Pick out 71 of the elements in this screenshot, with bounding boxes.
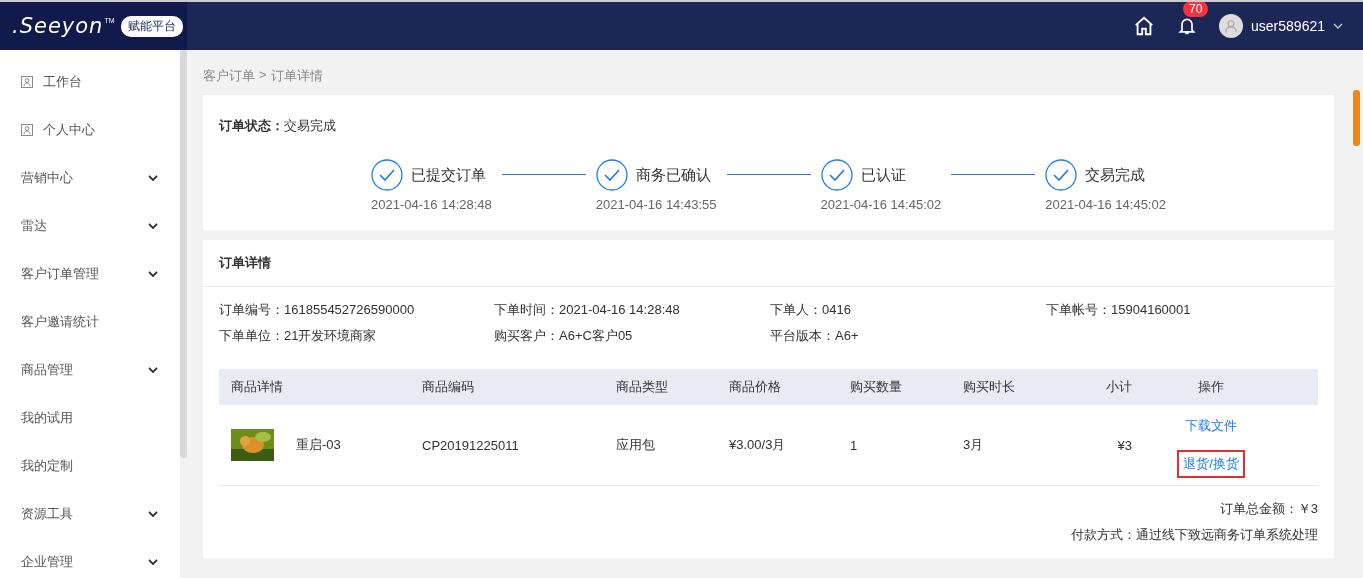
sidebar-item[interactable]: 雷达 [21, 217, 47, 235]
scrollbar-thumb[interactable] [180, 50, 187, 458]
chevron-down-icon [148, 510, 158, 518]
chevron-down-icon [148, 366, 158, 374]
breadcrumb-separator: > [259, 67, 267, 84]
sidebar-item[interactable]: 企业管理 [21, 553, 73, 571]
order-total: 订单总金额：￥3 [1219, 500, 1318, 518]
contact-card-icon [21, 76, 33, 88]
check-circle-icon [371, 159, 404, 191]
notification-count: 70 [1183, 2, 1209, 17]
sidebar-item[interactable]: 我的定制 [21, 457, 73, 475]
logo: .Seeyon [12, 14, 104, 38]
column-header: 商品详情 [231, 378, 283, 396]
card-title: 订单详情 [219, 255, 271, 270]
info-field: 订单编号：161855452726590000 [219, 301, 494, 319]
sidebar-item[interactable]: 我的试用 [21, 409, 73, 427]
avatar-icon[interactable] [1219, 14, 1244, 38]
action-link[interactable]: 下载文件 [1179, 412, 1243, 440]
step-title: 已提交订单 [411, 165, 487, 185]
step-time: 2021-04-16 14:28:48 [371, 197, 492, 212]
column-header: 操作 [1198, 378, 1224, 396]
info-field: 平台版本：A6+ [770, 327, 1046, 345]
sidebar-item[interactable]: 客户订单管理 [21, 265, 99, 283]
sidebar-item[interactable]: 工作台 [43, 73, 82, 91]
column-header: 小计 [1106, 378, 1132, 396]
sidebar-item[interactable]: 个人中心 [43, 121, 95, 139]
sidebar-item[interactable]: 商品管理 [21, 361, 73, 379]
info-field: 下单时间：2021-04-16 14:28:48 [494, 301, 770, 319]
sidebar-item[interactable]: 资源工具 [21, 505, 73, 523]
table-cell: 3月 [963, 436, 984, 454]
info-field: 下单单位：21开发环境商家 [219, 327, 494, 345]
chevron-down-icon [148, 558, 158, 566]
user-name[interactable]: user589621 [1251, 18, 1325, 34]
step-time: 2021-04-16 14:45:02 [1045, 197, 1166, 212]
table-cell: 1 [850, 437, 858, 453]
platform-badge: 赋能平台 [120, 15, 183, 37]
step-title: 交易完成 [1085, 165, 1146, 185]
column-header: 商品编码 [422, 378, 474, 396]
status-label: 订单状态： [219, 118, 284, 133]
info-field: 下单帐号：15904160001 [1046, 301, 1318, 319]
table-cell: ¥3.00/3月 [729, 436, 786, 454]
table-cell: 重启-03 [296, 436, 341, 454]
check-circle-icon [820, 159, 853, 191]
sidebar-item[interactable]: 客户邀请统计 [21, 313, 99, 331]
info-field: 购买客户：A6+C客户05 [494, 327, 770, 345]
contact-card-icon [21, 124, 33, 136]
check-circle-icon [595, 159, 628, 191]
step-title: 已认证 [860, 165, 906, 185]
payment-method: 付款方式：通过线下致远商务订单系统处理 [1071, 526, 1318, 544]
chevron-down-icon [148, 222, 158, 230]
step-title: 商务已确认 [635, 165, 711, 185]
column-header: 商品价格 [729, 378, 781, 396]
chevron-down-icon [148, 174, 158, 182]
action-link[interactable]: 退货/换货 [1177, 450, 1245, 478]
table-cell: ¥3 [1117, 437, 1132, 453]
step-time: 2021-04-16 14:43:55 [595, 197, 717, 212]
breadcrumb-current: 订单详情 [270, 67, 323, 85]
check-circle-icon [1045, 159, 1078, 191]
step-time: 2021-04-16 14:45:02 [820, 197, 942, 212]
info-field: 下单人：0416 [770, 301, 1046, 319]
column-header: 购买数量 [850, 378, 902, 396]
chevron-down-icon [148, 270, 158, 278]
table-cell: CP20191225011 [422, 437, 519, 453]
column-header: 购买时长 [963, 378, 1015, 396]
status-value: 交易完成 [284, 118, 336, 133]
column-header: 商品类型 [616, 378, 668, 396]
sidebar-item[interactable]: 营销中心 [21, 169, 73, 187]
chevron-down-icon[interactable] [1333, 22, 1343, 30]
scrollbar-thumb[interactable] [1353, 90, 1360, 146]
home-icon[interactable] [1133, 15, 1156, 37]
table-cell: 应用包 [616, 436, 655, 454]
